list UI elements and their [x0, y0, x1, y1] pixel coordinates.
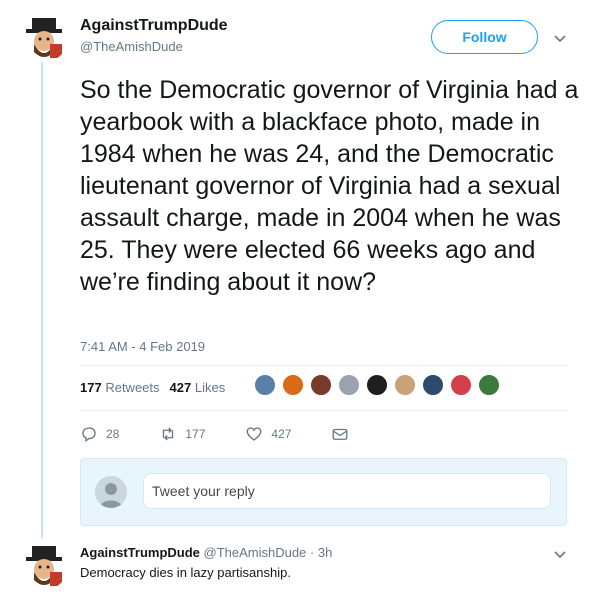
tweet-text: So the Democratic governor of Virginia h… — [80, 76, 579, 296]
reply-menu-chevron-down-icon[interactable] — [552, 546, 568, 562]
liker-avatar[interactable] — [309, 373, 333, 397]
liker-avatar[interactable] — [281, 373, 305, 397]
liker-avatar[interactable] — [337, 373, 361, 397]
thread-connector-line — [41, 62, 43, 538]
liker-avatar[interactable] — [477, 373, 501, 397]
reply-count: 28 — [106, 427, 120, 441]
reply-author-avatar[interactable] — [20, 542, 68, 590]
follow-button[interactable]: Follow — [431, 20, 538, 54]
divider — [80, 365, 567, 366]
retweet-icon — [163, 427, 174, 441]
amish-dude-avatar-icon — [20, 14, 68, 62]
liker-avatar[interactable] — [421, 373, 445, 397]
author-handle[interactable]: @TheAmishDude — [80, 39, 183, 54]
author-name[interactable]: AgainstTrumpDude — [80, 17, 228, 35]
reply-input[interactable] — [143, 473, 551, 509]
reply-meta[interactable]: @TheAmishDude · 3h — [204, 545, 333, 560]
like-button[interactable]: 427 — [245, 425, 291, 443]
tweet-timestamp[interactable]: 7:41 AM - 4 Feb 2019 — [80, 339, 205, 354]
liker-avatars — [253, 373, 505, 397]
tweet-stats: 177 Retweets 427 Likes — [80, 380, 225, 395]
author-avatar[interactable] — [20, 14, 68, 62]
tweet-menu-chevron-down-icon[interactable] — [552, 30, 568, 46]
reply-header: AgainstTrumpDude @TheAmishDude · 3h — [80, 545, 332, 560]
retweet-button[interactable]: 177 — [159, 425, 205, 443]
reply-composer — [80, 458, 567, 526]
likes-count: 427 — [169, 380, 192, 395]
reply-icon — [82, 427, 96, 443]
retweets-label: Retweets — [105, 380, 160, 395]
amish-dude-avatar-icon — [20, 542, 68, 590]
tweet-actions: 28 177 427 — [80, 425, 389, 443]
liker-avatar[interactable] — [449, 373, 473, 397]
heart-icon — [246, 427, 262, 441]
like-count: 427 — [271, 427, 292, 441]
reply-author-name[interactable]: AgainstTrumpDude — [80, 545, 200, 560]
reply-button[interactable]: 28 — [80, 425, 119, 443]
default-user-icon — [95, 476, 127, 508]
retweets-count: 177 — [80, 380, 102, 395]
divider — [80, 410, 567, 411]
likes-label: Likes — [194, 380, 226, 395]
likes-stat[interactable]: 427 Likes — [170, 380, 226, 395]
reply-text: Democracy dies in lazy partisanship. — [80, 565, 291, 580]
current-user-avatar — [95, 476, 127, 508]
retweet-count: 177 — [185, 427, 206, 441]
liker-avatar[interactable] — [365, 373, 389, 397]
envelope-icon — [332, 428, 348, 440]
retweets-stat[interactable]: 177 Retweets — [80, 380, 160, 395]
liker-avatar[interactable] — [393, 373, 417, 397]
direct-message-button[interactable] — [331, 425, 349, 443]
liker-avatar[interactable] — [253, 373, 277, 397]
